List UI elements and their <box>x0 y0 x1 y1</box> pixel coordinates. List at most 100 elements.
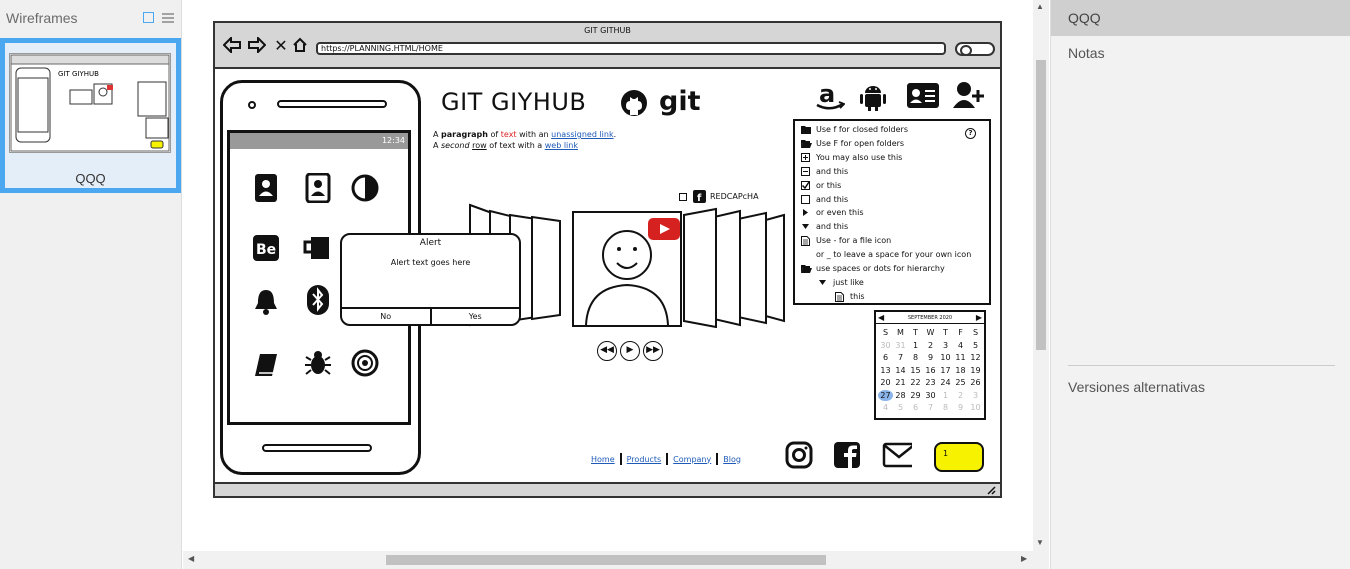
add-user-icon[interactable] <box>952 80 986 114</box>
grid-view-icon[interactable] <box>141 11 155 25</box>
vertical-scroll-thumb[interactable] <box>1036 60 1046 350</box>
link-company[interactable]: Company <box>668 455 716 464</box>
link-blog[interactable]: Blog <box>718 455 746 464</box>
link-products[interactable]: Products <box>622 455 667 464</box>
tree-item[interactable]: or _ to leave a space for your own icon <box>801 249 971 261</box>
id-card-icon[interactable] <box>906 82 940 114</box>
instagram-icon[interactable] <box>784 440 814 470</box>
bug-icon[interactable] <box>303 348 333 378</box>
calendar-day[interactable]: 3 <box>938 340 953 352</box>
calendar-day[interactable]: 2 <box>953 390 968 402</box>
calendar-day[interactable]: 23 <box>923 377 938 389</box>
contact-book-icon[interactable] <box>251 173 281 203</box>
tree-item[interactable]: and this <box>801 194 848 206</box>
calendar-day[interactable]: 11 <box>953 352 968 364</box>
bluetooth-icon[interactable] <box>303 285 333 315</box>
vertical-scrollbar[interactable]: ▲ ▼ <box>1033 0 1049 551</box>
captcha-checkbox[interactable] <box>679 192 687 201</box>
book-icon[interactable] <box>251 350 281 380</box>
github-icon[interactable] <box>620 89 648 121</box>
mug-icon[interactable] <box>303 233 333 263</box>
list-view-icon[interactable] <box>161 11 175 25</box>
calendar-day[interactable]: 12 <box>968 352 983 364</box>
back-arrow-icon[interactable] <box>222 35 241 55</box>
behance-icon[interactable]: Be <box>251 233 281 263</box>
calendar-day[interactable]: 9 <box>953 402 968 414</box>
tree-item[interactable]: You may also use this <box>801 152 902 164</box>
calendar-day[interactable]: 13 <box>878 365 893 377</box>
tree-item[interactable]: just like <box>818 277 864 289</box>
web-link[interactable]: web link <box>545 141 578 150</box>
forward-arrow-icon[interactable] <box>248 35 267 55</box>
wireframe-thumbnail[interactable]: GIT GIYHUB QQQ <box>0 38 181 193</box>
mail-icon[interactable] <box>882 440 912 470</box>
calendar-day[interactable]: 14 <box>893 365 908 377</box>
calendar-day[interactable]: 2 <box>923 340 938 352</box>
tree-item[interactable]: Use f for closed folders <box>801 124 908 136</box>
calendar-day[interactable]: 21 <box>893 377 908 389</box>
calendar-day[interactable]: 1 <box>938 390 953 402</box>
calendar-day[interactable]: 9 <box>923 352 938 364</box>
calendar-day[interactable]: 8 <box>938 402 953 414</box>
yellow-button[interactable]: 1 <box>934 442 984 472</box>
contrast-icon[interactable] <box>350 173 380 203</box>
calendar-day[interactable]: 18 <box>953 365 968 377</box>
scroll-left-icon[interactable]: ◀ <box>188 554 194 563</box>
calendar-day[interactable]: 31 <box>893 340 908 352</box>
tree-item[interactable]: and this <box>801 166 848 178</box>
calendar-day[interactable]: 7 <box>923 402 938 414</box>
fast-forward-icon[interactable]: ▶▶ <box>643 341 663 361</box>
properties-header[interactable]: QQQ <box>1051 0 1350 36</box>
calendar-day[interactable]: 17 <box>938 365 953 377</box>
tree-item[interactable]: Use F for open folders <box>801 138 904 150</box>
calendar-day[interactable]: 4 <box>878 402 893 414</box>
calendar-prev-icon[interactable]: ◀ <box>878 312 884 324</box>
browser-search-icon[interactable] <box>955 42 995 56</box>
close-x-icon[interactable]: ✕ <box>272 37 290 55</box>
unassigned-link[interactable]: unassigned link <box>551 130 613 139</box>
calendar-day[interactable]: 6 <box>878 352 893 364</box>
alert-no-button[interactable]: No <box>342 309 430 324</box>
home-icon[interactable] <box>291 37 309 55</box>
captcha[interactable]: f REDCAPcHA <box>679 190 759 203</box>
calendar-day[interactable]: 22 <box>908 377 923 389</box>
calendar-day[interactable]: 20 <box>878 377 893 389</box>
scroll-down-icon[interactable]: ▼ <box>1036 538 1044 547</box>
facebook-square-icon[interactable] <box>832 440 862 470</box>
calendar-day[interactable]: 29 <box>908 390 923 402</box>
calendar-day[interactable]: 8 <box>908 352 923 364</box>
scroll-right-icon[interactable]: ▶ <box>1021 554 1027 563</box>
rewind-icon[interactable]: ◀◀ <box>597 341 617 361</box>
calendar-day[interactable]: 15 <box>908 365 923 377</box>
calendar-day[interactable]: 10 <box>968 402 983 414</box>
calendar-day[interactable]: 7 <box>893 352 908 364</box>
calendar-day[interactable]: 1 <box>908 340 923 352</box>
calendar-day[interactable]: 16 <box>923 365 938 377</box>
calendar-day[interactable]: 30 <box>923 390 938 402</box>
calendar-day[interactable]: 10 <box>938 352 953 364</box>
bell-icon[interactable] <box>251 287 281 317</box>
calendar-day[interactable]: 6 <box>908 402 923 414</box>
tree-item[interactable]: and this <box>801 221 848 233</box>
android-icon[interactable] <box>858 80 888 116</box>
calendar-next-icon[interactable]: ▶ <box>976 312 982 324</box>
link-home[interactable]: Home <box>586 455 620 464</box>
tree-item[interactable]: or even this <box>801 207 864 219</box>
tree-item[interactable]: use spaces or dots for hierarchy <box>801 263 945 275</box>
scroll-up-icon[interactable]: ▲ <box>1036 2 1044 11</box>
calendar-day[interactable]: 24 <box>938 377 953 389</box>
youtube-icon[interactable] <box>648 218 680 240</box>
calendar-day[interactable]: 28 <box>893 390 908 402</box>
target-icon[interactable] <box>350 348 380 378</box>
horizontal-scroll-thumb[interactable] <box>386 555 826 565</box>
calendar-day[interactable]: 19 <box>968 365 983 377</box>
tree-item[interactable]: this <box>835 291 865 303</box>
calendar-day[interactable]: 30 <box>878 340 893 352</box>
video-player[interactable] <box>572 211 682 327</box>
play-icon[interactable]: ▶ <box>620 341 640 361</box>
contact-card-icon[interactable] <box>303 173 333 203</box>
amazon-icon[interactable]: a <box>815 80 846 116</box>
url-bar[interactable]: https://PLANNING.HTML/HOME <box>316 42 946 55</box>
calendar-day[interactable]: 4 <box>953 340 968 352</box>
tree-item[interactable]: Use - for a file icon <box>801 235 891 247</box>
